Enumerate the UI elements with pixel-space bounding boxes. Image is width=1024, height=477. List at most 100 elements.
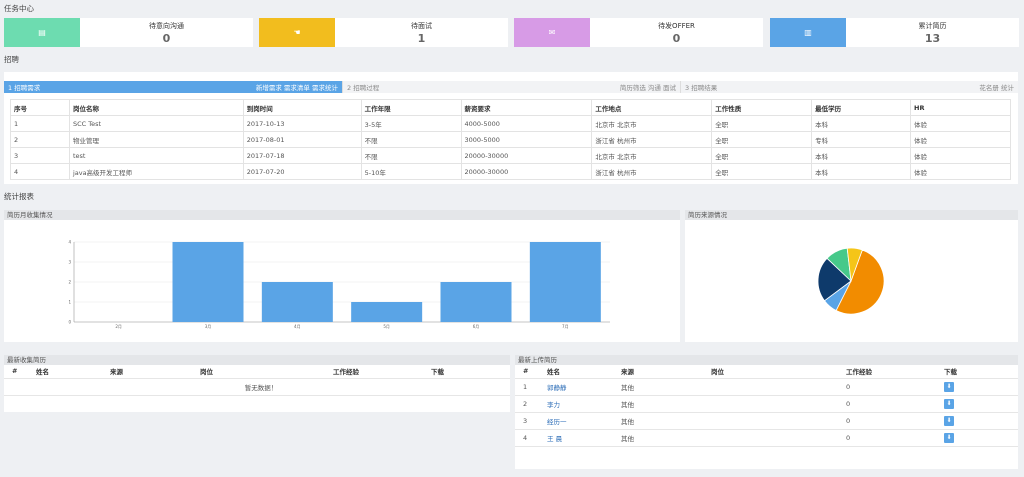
tab-recruit-process-label: 2 招聘过程 (347, 84, 380, 92)
column-header: 最低学历 (811, 99, 912, 116)
table-cell: 其他 (613, 429, 703, 447)
table-row[interactable]: 3 test 2017-07-18 不限 20000-30000 北京市 北京市 全职 本科体… (10, 147, 1011, 164)
tab-recruit-process-actions[interactable]: 简历筛选 沟通 面试 (620, 82, 676, 92)
tab-recruit-result-actions[interactable]: 花名册 统计 (979, 82, 1014, 92)
table-cell: 0 (838, 378, 936, 396)
table-cell: 20000-30000 (460, 163, 593, 180)
x-tick-label: 3月 (205, 324, 212, 329)
stat-card-text: 待意向沟通 0 (80, 18, 253, 47)
recruit-title: 招聘 (4, 55, 19, 64)
table-cell: test (68, 147, 244, 164)
download-icon[interactable]: ⬇ (944, 415, 954, 426)
y-tick-label: 3 (68, 260, 71, 265)
handshake-icon: ☚ (259, 18, 335, 47)
tab-recruit-process[interactable]: 2 招聘过程 简历筛选 沟通 面试 (342, 81, 680, 93)
table-cell: java高级开发工程师 (68, 163, 244, 180)
download-icon[interactable]: ⬇ (944, 381, 954, 392)
column-header: 岗位名称 (68, 99, 244, 116)
download-icon[interactable]: ⬇ (944, 432, 954, 443)
latest-uploaded-table: # 姓名 来源 岗位 工作经验 下载 1 郭静静 其他 0 ⬇ 2 李力 其他 0 ⬇ 3 经历一 其他 0 ⬇ 4 王 … (515, 365, 1018, 447)
table-cell: 浙江省 杭州市 (591, 131, 713, 148)
table-cell: 4 (10, 163, 70, 180)
x-tick-label: 7月 (562, 324, 569, 329)
clipboard-icon: ▤ (4, 18, 80, 47)
stat-card-count: 0 (672, 31, 681, 45)
download-cell: ⬇ (936, 412, 1018, 430)
column-header: HR (910, 99, 1011, 116)
latest-collected-table: # 姓名 来源 岗位 工作经验 下载 暂无数据！ (4, 365, 510, 396)
stat-card[interactable]: ✉ 待发OFFER 0 (514, 18, 763, 47)
download-cell: ⬇ (936, 429, 1018, 447)
table-cell: 本科 (811, 115, 912, 132)
column-header: 序号 (10, 99, 70, 116)
table-cell: 4 (515, 429, 539, 447)
source-chart-panel (685, 220, 1018, 342)
column-header: 工作年限 (360, 99, 462, 116)
table-cell: 3 (10, 147, 70, 164)
table-row[interactable]: 2 物业管理 2017-08-01 不限 3000-5000 浙江省 杭州市 全职 专科 体验 (10, 131, 1011, 148)
table-cell: 体验 (910, 163, 1011, 180)
stat-card[interactable]: ☚ 待面试 1 (259, 18, 508, 47)
table-cell: 北京市 北京市 (591, 115, 713, 132)
latest-uploaded-panel: # 姓名 来源 岗位 工作经验 下载 1 郭静静 其他 0 ⬇ 2 李力 其他 0 ⬇ 3 经历一 其他 0 ⬇ 4 王 … (515, 365, 1018, 469)
table-cell: 不限 (360, 147, 462, 164)
stat-card-text: 累计简历 13 (846, 18, 1019, 47)
column-header: 下载 (936, 365, 1018, 379)
table-cell: 不限 (360, 131, 462, 148)
column-header: 姓名 (28, 365, 102, 379)
column-header: 工作经验 (838, 365, 936, 379)
list-item: 2 李力 其他 0 ⬇ (515, 395, 1018, 413)
resume-name-link[interactable]: 经历一 (539, 412, 613, 430)
table-cell: 体验 (910, 115, 1011, 132)
table-cell: 0 (838, 395, 936, 413)
y-tick-label: 0 (68, 320, 71, 325)
table-cell: 2017-07-20 (242, 163, 362, 180)
tab-recruit-demand-actions[interactable]: 新增需求 需求清单 需求统计 (256, 82, 338, 92)
tab-recruit-demand-label: 1 招聘需求 (8, 84, 41, 92)
x-tick-label: 5月 (383, 324, 390, 329)
list-item: 4王 晨其他 0 ⬇ (515, 429, 1018, 447)
tab-recruit-demand[interactable]: 1 招聘需求 新增需求 需求清单 需求统计 (4, 81, 342, 93)
column-header: 到岗时间 (242, 99, 362, 116)
x-tick-label: 6月 (473, 324, 480, 329)
resume-name-link[interactable]: 郭静静 (539, 378, 613, 396)
stat-card[interactable]: ▥ 累计简历 13 (770, 18, 1019, 47)
stat-card-count: 0 (162, 31, 171, 45)
monthly-chart-panel: 0 1 2 3 4 2月 3月 4月 5月 6月 7月 (4, 220, 680, 342)
y-tick-label: 1 (68, 300, 71, 305)
source-panel-header: 简历来源情况 (685, 210, 1018, 220)
table-cell: 全职 (711, 115, 813, 132)
column-header: 工作地点 (591, 99, 713, 116)
download-cell: ⬇ (936, 378, 1018, 396)
resume-name-link[interactable]: 李力 (539, 395, 613, 413)
chart-bar (529, 242, 601, 322)
column-header: 岗位 (192, 365, 325, 379)
table-row[interactable]: 1 SCC Test 2017-10-13 3-5年 4000-5000 北京市 北京市全… (10, 115, 1011, 132)
table-row[interactable]: 4 java高级开发工程师 2017-07-20 5-10年 20000-30000 浙江… (10, 163, 1011, 180)
table-cell: 3000-5000 (460, 131, 593, 148)
table-cell: 1 (10, 115, 70, 132)
download-icon[interactable]: ⬇ (944, 398, 954, 409)
tab-recruit-result-label: 3 招聘结果 (685, 84, 718, 92)
stat-card[interactable]: ▤ 待意向沟通 0 (4, 18, 253, 47)
table-cell: SCC Test (68, 115, 244, 132)
column-header: 来源 (613, 365, 703, 379)
recruit-tabs: 1 招聘需求 新增需求 需求清单 需求统计 2 招聘过程 简历筛选 沟通 面试 … (4, 81, 1018, 93)
stat-card-label: 待意向沟通 (149, 21, 184, 30)
task-center-title: 任务中心 (4, 4, 34, 13)
chart-bar (261, 282, 333, 322)
table-cell: 20000-30000 (460, 147, 593, 164)
table-cell: 全职 (711, 163, 813, 180)
table-cell: 2 (515, 395, 539, 413)
stat-card-count: 13 (924, 31, 941, 45)
column-header: 姓名 (539, 365, 613, 379)
empty-message: 暂无数据！ (4, 378, 510, 396)
tab-recruit-result[interactable]: 3 招聘结果 花名册 统计 (680, 81, 1018, 93)
stat-card-text: 待发OFFER 0 (590, 18, 763, 47)
table-cell: 浙江省 杭州市 (591, 163, 713, 180)
y-tick-label: 4 (68, 240, 71, 245)
table-cell: 专科 (811, 131, 912, 148)
resume-name-link[interactable]: 王 晨 (539, 429, 613, 447)
report-title: 统计报表 (4, 192, 34, 201)
monthly-bar-chart: 0 1 2 3 4 2月 3月 4月 5月 6月 7月 (68, 240, 610, 329)
